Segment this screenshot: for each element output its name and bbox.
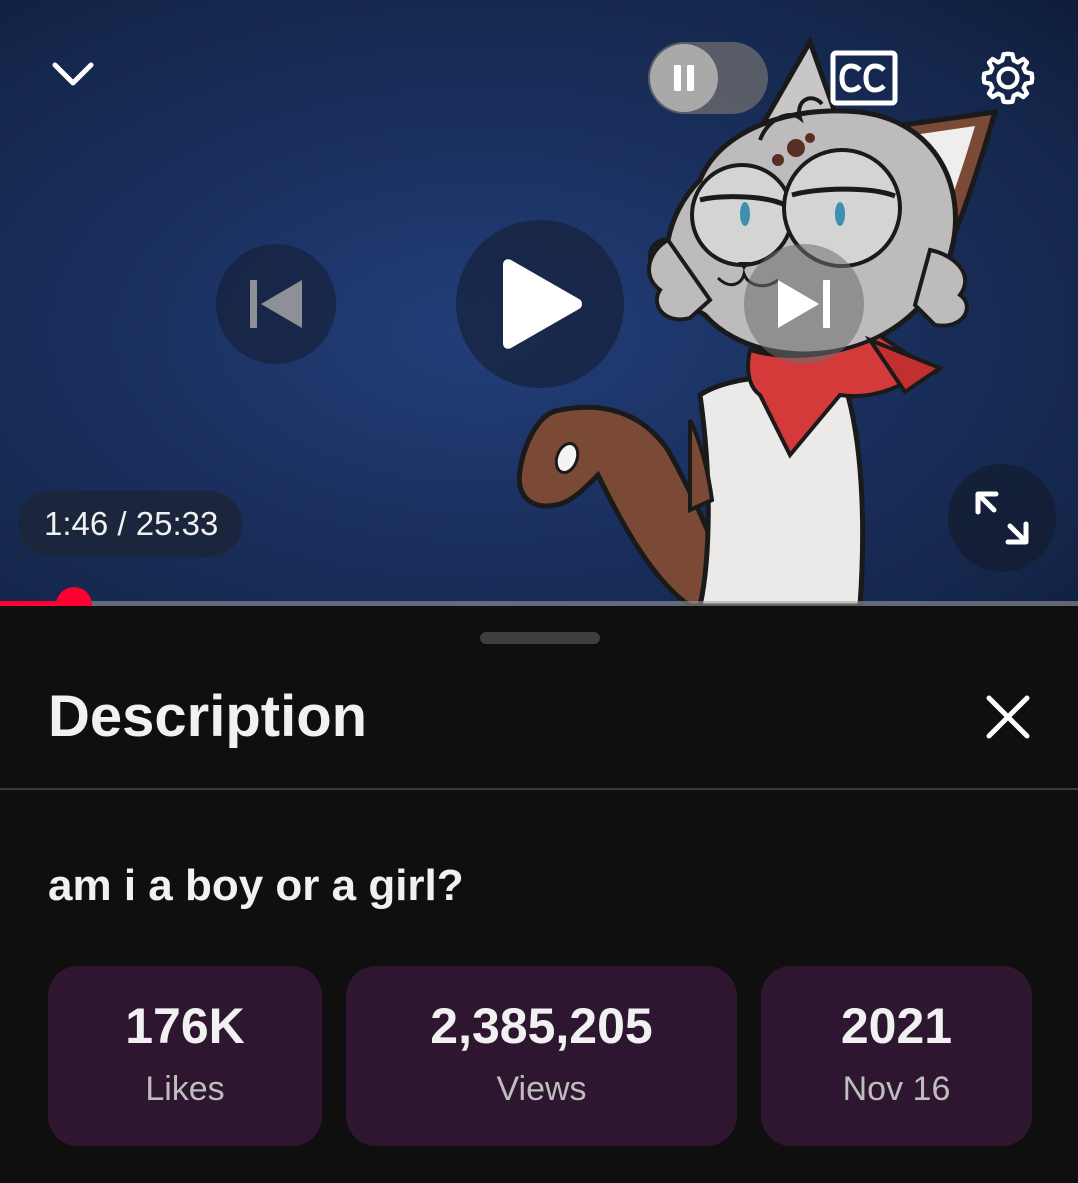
play-button[interactable]: [456, 220, 624, 388]
cc-icon: [830, 50, 898, 106]
upload-day: Nov 16: [842, 1070, 951, 1108]
settings-button[interactable]: [970, 40, 1046, 116]
drag-handle[interactable]: [480, 632, 600, 644]
video-player[interactable]: 1:46 / 25:33: [0, 0, 1078, 606]
next-video-button[interactable]: [744, 244, 864, 364]
chevron-down-icon: [52, 62, 94, 86]
collapse-button[interactable]: [38, 40, 108, 110]
upload-date-stat: 2021 Nov 16: [761, 966, 1032, 1146]
skip-next-icon: [778, 280, 830, 328]
likes-count: 176K: [125, 998, 245, 1054]
close-icon: [986, 695, 1030, 739]
time-display: 1:46 / 25:33: [18, 491, 243, 557]
views-stat: 2,385,205 Views: [346, 966, 737, 1146]
play-icon: [503, 259, 582, 349]
gear-icon: [981, 51, 1035, 105]
views-count: 2,385,205: [430, 998, 653, 1054]
likes-label: Likes: [145, 1070, 225, 1108]
captions-button[interactable]: [826, 46, 902, 110]
skip-previous-icon: [250, 280, 302, 328]
upload-year: 2021: [840, 998, 953, 1054]
divider: [0, 788, 1078, 790]
app-root: 1:46 / 25:33 Description am i a boy or a…: [0, 0, 1078, 1183]
close-button[interactable]: [975, 684, 1041, 750]
previous-video-button[interactable]: [216, 244, 336, 364]
panel-title: Description: [48, 684, 368, 749]
fullscreen-icon: [975, 491, 1029, 545]
views-label: Views: [496, 1070, 587, 1108]
likes-stat: 176K Likes: [48, 966, 322, 1146]
video-title: am i a boy or a girl?: [48, 861, 464, 910]
fullscreen-button[interactable]: [948, 464, 1056, 572]
autoplay-toggle-knob: [650, 44, 718, 112]
autoplay-toggle[interactable]: [648, 42, 768, 114]
description-panel: Description am i a boy or a girl? 176K L…: [0, 606, 1078, 1183]
pause-icon: [674, 65, 694, 91]
